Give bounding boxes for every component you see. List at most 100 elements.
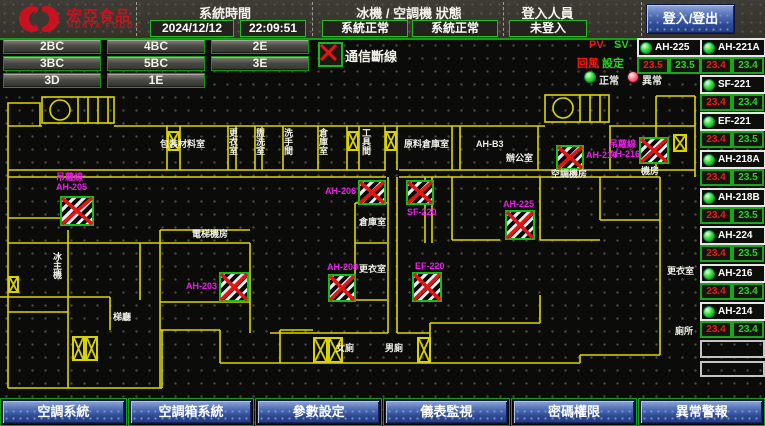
floor-button-3D[interactable]: 3D (3, 73, 101, 88)
nav-button-3[interactable]: 參數設定 (257, 400, 380, 424)
unit-sv-value: 23.4 (732, 283, 764, 300)
room-label: 更衣室 (359, 264, 386, 274)
unit-pv-value: 23.4 (700, 131, 732, 148)
hunya-logo-icon (16, 2, 62, 36)
stair-icon (85, 336, 98, 361)
stair-icon (673, 134, 687, 152)
room-label: 女廁 (336, 343, 354, 353)
setpoint-label-return: 回風 (577, 55, 599, 71)
unit-SF-221[interactable]: SF-221 (700, 75, 765, 94)
nav-cell: 儀表監視 (383, 398, 510, 426)
ahu-icon[interactable] (556, 145, 584, 170)
ahu-label: AH-205 (56, 182, 87, 192)
ahu-label: AH-208 (327, 262, 358, 272)
nav-button-6[interactable]: 異常警報 (640, 400, 763, 424)
normal-led-icon (584, 71, 596, 84)
ahu-label: 吊蘿線 (609, 139, 636, 149)
unit-name-label: AH-225 (655, 42, 689, 53)
nav-button-4[interactable]: 儀表監視 (385, 400, 508, 424)
ac-status-value: 系統正常 (412, 20, 498, 37)
unit-AH-221A[interactable]: AH-221A (700, 38, 765, 57)
ahu-label: SF-220 (407, 207, 437, 217)
nav-button-2[interactable]: 空調箱系統 (130, 400, 253, 424)
unit-name-label: AH-216 (718, 268, 752, 279)
nav-button-5[interactable]: 密碼權限 (513, 400, 636, 424)
unit-AH-214[interactable]: AH-214 (700, 302, 765, 321)
unit-pv-value: 23.5 (637, 57, 669, 74)
unit-sv-value: 23.5 (732, 131, 764, 148)
status-led-icon (703, 116, 715, 128)
room-label: 辦公室 (506, 153, 533, 163)
system-time-value: 22:09:51 (240, 20, 306, 37)
room-label: AH-B3 (476, 139, 504, 149)
unit-AH-216[interactable]: AH-216 (700, 264, 765, 283)
ahu-icon[interactable] (219, 272, 249, 302)
ahu-label: AH-206 (325, 186, 356, 196)
room-label: 原料倉庫室 (404, 139, 449, 149)
unit-pv-value: 23.4 (700, 245, 732, 262)
room-label: 冰主機 (52, 252, 62, 279)
ahu-icon[interactable] (412, 272, 442, 302)
room-label: 更衣室 (228, 128, 238, 155)
stair-icon (347, 131, 359, 151)
unit-AH-224[interactable]: AH-224 (700, 226, 765, 245)
nav-cell: 密碼權限 (511, 398, 638, 426)
login-logout-button[interactable]: 登入/登出 (646, 4, 735, 34)
unit-AH-218B[interactable]: AH-218B (700, 188, 765, 207)
stair-icon (417, 337, 431, 363)
floor-button-3BC[interactable]: 3BC (3, 56, 101, 71)
status-led-icon (703, 268, 715, 280)
setpoint-label-setting: 設定 (602, 55, 624, 71)
unit-name-label: AH-218B (718, 192, 760, 203)
stair-icon (72, 336, 85, 361)
room-label: 空調機房 (551, 169, 587, 179)
pv-label: PV (589, 39, 604, 51)
unit-pv-value: 23.4 (700, 207, 732, 224)
status-led-icon (703, 154, 715, 166)
unit-sv-value: 23.5 (669, 57, 701, 74)
status-led-icon (703, 79, 715, 91)
hmi-screen: 宏亞食品 HUNYA FOODS 系統時間 2024/12/12 22:09:5… (0, 0, 765, 426)
floor-button-1E[interactable]: 1E (107, 73, 205, 88)
unit-sv-value: 23.4 (732, 57, 764, 74)
ahu-icon[interactable] (328, 274, 356, 302)
status-led-icon (703, 192, 715, 204)
divider (641, 2, 642, 36)
room-label: 倉庫室 (359, 217, 386, 227)
unit-AH-225[interactable]: AH-225 (637, 38, 702, 57)
unit-sv-value: 23.5 (732, 245, 764, 262)
unit-name-label: AH-218A (718, 154, 760, 165)
floor-button-2BC[interactable]: 2BC (3, 39, 101, 54)
nav-button-1[interactable]: 空調系統 (2, 400, 125, 424)
unit-AH-218A[interactable]: AH-218A (700, 150, 765, 169)
nav-cell: 異常警報 (638, 398, 765, 426)
ahu-icon[interactable] (505, 210, 535, 240)
unit-pv-value: 23.4 (700, 283, 732, 300)
ahu-icon[interactable] (406, 180, 434, 205)
unit-name-label: AH-224 (718, 230, 752, 241)
system-date-value: 2024/12/12 (150, 20, 234, 37)
room-label: 男廁 (385, 343, 403, 353)
unit-sv-value: 23.5 (732, 169, 764, 186)
ahu-icon[interactable] (358, 180, 386, 205)
floor-button-3E[interactable]: 3E (211, 56, 309, 71)
floor-button-5BC[interactable]: 5BC (107, 56, 205, 71)
unit-sv-value: 23.5 (732, 207, 764, 224)
floor-button-2E[interactable]: 2E (211, 39, 309, 54)
sv-label: SV (614, 39, 629, 51)
status-led-icon (640, 42, 652, 54)
normal-label: 正常 (599, 72, 619, 87)
unit-pv-value: 23.4 (700, 94, 732, 111)
room-label: 工具間 (361, 128, 371, 155)
ahu-icon[interactable] (639, 137, 669, 164)
divider (136, 2, 137, 36)
nav-cell: 空調系統 (0, 398, 127, 426)
ahu-icon[interactable] (60, 196, 94, 226)
status-led-icon (703, 42, 715, 54)
unit-EF-221[interactable]: EF-221 (700, 112, 765, 131)
unit-pv-value: 23.4 (700, 57, 732, 74)
room-label: 梯廳 (113, 312, 131, 322)
status-led-icon (703, 230, 715, 242)
unit-sv-value: 23.4 (732, 94, 764, 111)
floor-button-4BC[interactable]: 4BC (107, 39, 205, 54)
